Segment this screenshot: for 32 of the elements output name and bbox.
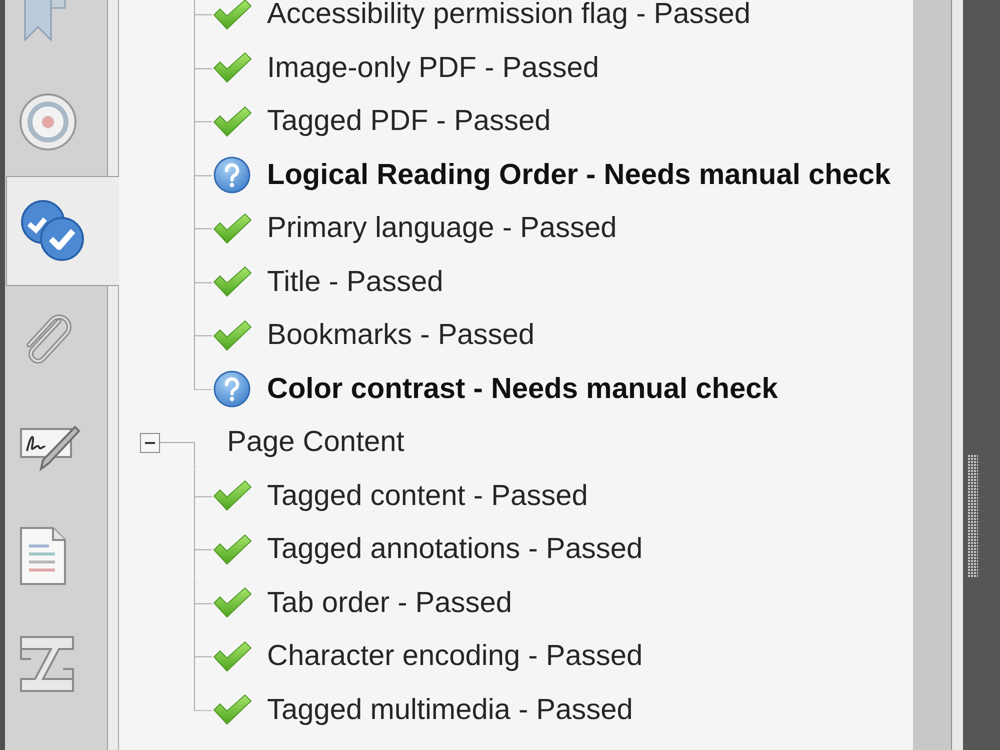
check-result-item[interactable]: Color contrast - Needs manual check	[267, 374, 778, 404]
splitter-bar[interactable]	[963, 0, 1000, 750]
check-result-item[interactable]: Tagged content - Passed	[267, 482, 588, 511]
tree-line	[194, 576, 212, 630]
tree-line	[194, 523, 212, 576]
check-result-item[interactable]: Tagged annotations - Passed	[267, 535, 643, 564]
tree-line	[194, 148, 212, 202]
check-result-item[interactable]: Tab order - Passed	[267, 588, 512, 618]
tree-line	[194, 42, 212, 95]
tree-group-label[interactable]: Page Content	[227, 428, 404, 458]
tree-line	[194, 0, 212, 42]
tree-line	[194, 256, 212, 309]
z-shape-icon	[19, 635, 75, 693]
target-icon	[19, 93, 77, 151]
tree-line	[194, 95, 212, 148]
check-result-item[interactable]: Tagged multimedia - Passed	[267, 696, 633, 725]
check-result-item[interactable]: Character encoding - Passed	[267, 642, 643, 672]
grip-icon	[968, 455, 978, 577]
document-icon	[19, 526, 67, 586]
check-result-item[interactable]: Title - Passed	[267, 268, 444, 297]
check-result-item[interactable]: Logical Reading Order - Needs manual check	[267, 160, 891, 190]
check-result-item[interactable]: Image-only PDF - Passed	[267, 54, 600, 83]
scrollbar[interactable]	[913, 0, 952, 750]
signature-pen-icon	[19, 423, 81, 473]
tree-line	[194, 202, 212, 256]
collapse-icon[interactable]	[140, 432, 160, 453]
check-result-item[interactable]: Primary language - Passed	[267, 214, 617, 244]
check-result-item[interactable]: Bookmarks - Passed	[267, 321, 535, 350]
check-circles-icon	[20, 199, 86, 263]
check-result-item[interactable]: Accessibility permission flag - Passed	[267, 0, 751, 30]
sidebar-tab[interactable]	[6, 176, 119, 286]
check-result-item[interactable]: Tagged PDF - Passed	[267, 107, 551, 136]
